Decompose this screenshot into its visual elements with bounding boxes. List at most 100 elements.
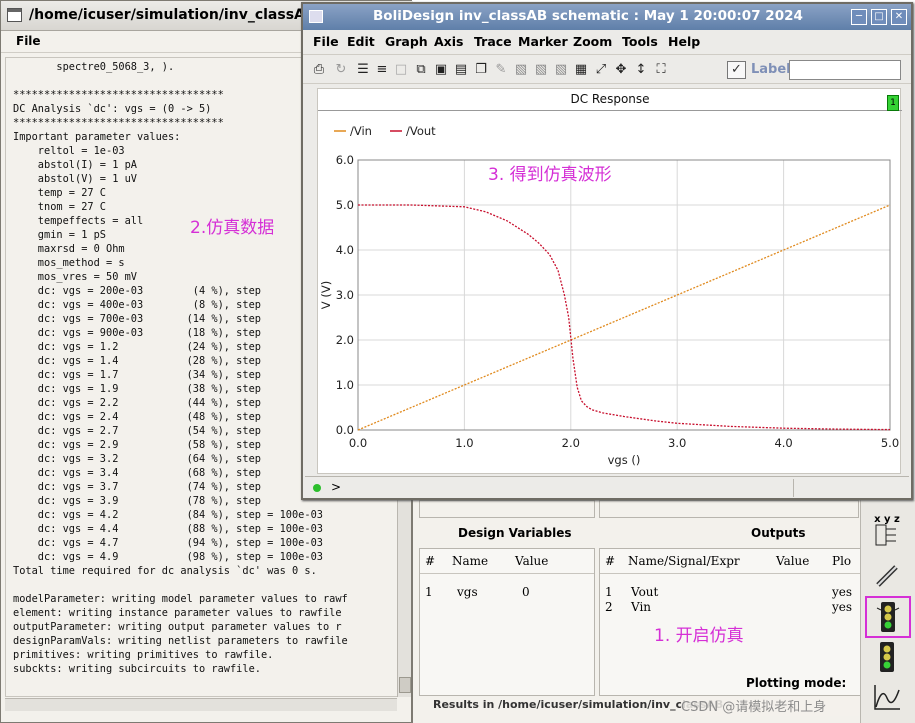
waveform-window: BoliDesign inv_classAB schematic : May 1…: [301, 2, 913, 500]
log-horizontal-scrollbar[interactable]: [5, 698, 397, 711]
out-col-value: Value: [776, 554, 810, 568]
design-variables-header: Design Variables: [458, 526, 572, 540]
maximize-button[interactable]: □: [871, 9, 887, 25]
zoom-x-icon[interactable]: ✥: [613, 62, 629, 78]
legend-entry[interactable]: /Vin: [350, 124, 372, 138]
menu-zoom[interactable]: Zoom: [573, 34, 612, 49]
copy-icon[interactable]: ❐: [473, 62, 489, 78]
label-checkbox[interactable]: ✓: [727, 61, 746, 79]
zoom-box-icon[interactable]: ⛶: [653, 62, 669, 78]
layout-icon[interactable]: ▤: [453, 62, 469, 78]
plotting-mode-label: Plotting mode:: [746, 676, 847, 690]
outputs-header: Outputs: [751, 526, 806, 540]
waveform-menu-bar: File Edit Graph Axis Trace Marker Zoom T…: [303, 30, 911, 52]
variable-row-value[interactable]: 0: [522, 585, 530, 599]
ade-top-field-2: [599, 500, 859, 518]
graph-icon-2[interactable]: ▧: [533, 62, 549, 78]
x-tick-label: 5.0: [881, 436, 899, 450]
log-window-title: /home/icuser/simulation/inv_classAB: [29, 7, 316, 23]
output-row-name[interactable]: Vin: [631, 600, 651, 614]
label-input[interactable]: [789, 60, 901, 80]
subwindow-icon[interactable]: ▣: [433, 62, 449, 78]
run-simulation-alt-icon[interactable]: [867, 638, 907, 676]
watermark: CSDN @请模拟老和上身: [681, 696, 871, 716]
menu-edit[interactable]: Edit: [347, 34, 375, 49]
waveform-titlebar[interactable]: BoliDesign inv_classAB schematic : May 1…: [303, 4, 911, 30]
y-tick-label: 6.0: [336, 153, 354, 167]
variable-row-num[interactable]: 1: [425, 585, 433, 599]
y-tick-label: 3.0: [336, 288, 354, 302]
annotation-waveform: 3. 得到仿真波形: [488, 165, 612, 185]
scrollbar-thumb[interactable]: [399, 677, 411, 693]
refresh-icon[interactable]: ↻: [333, 62, 349, 78]
x-tick-label: 1.0: [455, 436, 473, 450]
new-window-icon[interactable]: ⧉: [413, 62, 429, 78]
menu-help[interactable]: Help: [668, 34, 700, 49]
y-tick-label: 0.0: [336, 423, 354, 437]
menu-graph[interactable]: Graph: [385, 34, 428, 49]
strip-icon[interactable]: ≡: [374, 62, 390, 78]
graph-icon-3[interactable]: ▧: [553, 62, 569, 78]
out-col-num: #: [605, 554, 616, 568]
output-row-plot[interactable]: yes: [832, 585, 852, 599]
out-col-name: Name/Signal/Expr: [628, 554, 740, 568]
out-col-plot: Plo: [832, 554, 852, 568]
run-simulation-icon[interactable]: [865, 596, 911, 638]
x-tick-label: 0.0: [349, 436, 367, 450]
y-axis-label: V (V): [319, 281, 333, 309]
new-graph-icon[interactable]: □: [393, 62, 409, 78]
output-row-num[interactable]: 2: [605, 600, 613, 614]
output-row-plot[interactable]: yes: [832, 600, 852, 614]
output-row-num[interactable]: 1: [605, 585, 613, 599]
y-tick-label: 5.0: [336, 198, 354, 212]
status-indicator-icon: [313, 484, 321, 492]
ade-window: Design Variables Outputs # Name Value 1 …: [412, 500, 915, 723]
menu-axis[interactable]: Axis: [434, 34, 463, 49]
close-button[interactable]: ✕: [891, 9, 907, 25]
print-icon[interactable]: ⎙: [311, 62, 327, 78]
menu-file[interactable]: File: [16, 34, 41, 48]
series-line-vin[interactable]: [357, 204, 891, 431]
variable-row-name[interactable]: vgs: [457, 585, 478, 599]
chart-title: DC Response: [570, 92, 650, 106]
x-tick-label: 3.0: [668, 436, 686, 450]
y-tick-label: 1.0: [336, 378, 354, 392]
legend-entry[interactable]: /Vout: [406, 124, 436, 138]
menu-marker[interactable]: Marker: [518, 34, 568, 49]
output-row-name[interactable]: Vout: [631, 585, 658, 599]
edit-icon[interactable]: ✎: [493, 62, 509, 78]
netlist-icon[interactable]: [867, 516, 907, 554]
graph-icon-1[interactable]: ▧: [513, 62, 529, 78]
waveform-toolbar: ⎙ ↻ ☰ ≡ □ ⧉ ▣ ▤ ❐ ✎ ▧ ▧ ▧ ▦ ⤢ ✥ ↕ ⛶ ✓ La…: [303, 54, 911, 84]
annotation-sim-data: 2.仿真数据: [190, 218, 275, 238]
window-menu-icon[interactable]: [7, 8, 22, 22]
x-tick-label: 4.0: [774, 436, 792, 450]
plot-outputs-icon[interactable]: [867, 678, 907, 716]
ade-tool-column: x y z: [860, 500, 915, 723]
var-col-num: #: [425, 554, 436, 568]
minimize-button[interactable]: ─: [851, 9, 867, 25]
y-tick-label: 2.0: [336, 333, 354, 347]
waveform-status-bar: >: [305, 476, 909, 498]
window-menu-icon[interactable]: [309, 10, 323, 23]
probe-icon[interactable]: [867, 556, 907, 594]
design-variables-table[interactable]: # Name Value 1 vgs 0: [419, 548, 595, 696]
command-prompt[interactable]: >: [331, 480, 341, 494]
fit-icon[interactable]: ⤢: [593, 62, 609, 78]
menu-file[interactable]: File: [313, 34, 339, 49]
menu-trace[interactable]: Trace: [474, 34, 512, 49]
calculator-icon[interactable]: ▦: [573, 62, 589, 78]
var-col-value: Value: [515, 554, 549, 568]
zoom-y-icon[interactable]: ↕: [633, 62, 649, 78]
stack-icon[interactable]: ☰: [355, 62, 371, 78]
x-tick-label: 2.0: [562, 436, 580, 450]
label-text: Label: [751, 62, 791, 77]
y-tick-label: 4.0: [336, 243, 354, 257]
menu-tools[interactable]: Tools: [622, 34, 658, 49]
annotation-start-sim: 1. 开启仿真: [654, 626, 744, 646]
plot-area[interactable]: DC Response 1 0.0 1.0 2.0 3.0 4.0 5.0 0.0 1.0 2.…: [317, 88, 902, 474]
waveform-window-title: BoliDesign inv_classAB schematic : May 1…: [373, 8, 803, 24]
var-col-name: Name: [452, 554, 489, 568]
x-axis-label: vgs (): [608, 453, 641, 467]
subwindow-badge[interactable]: 1: [887, 95, 899, 111]
